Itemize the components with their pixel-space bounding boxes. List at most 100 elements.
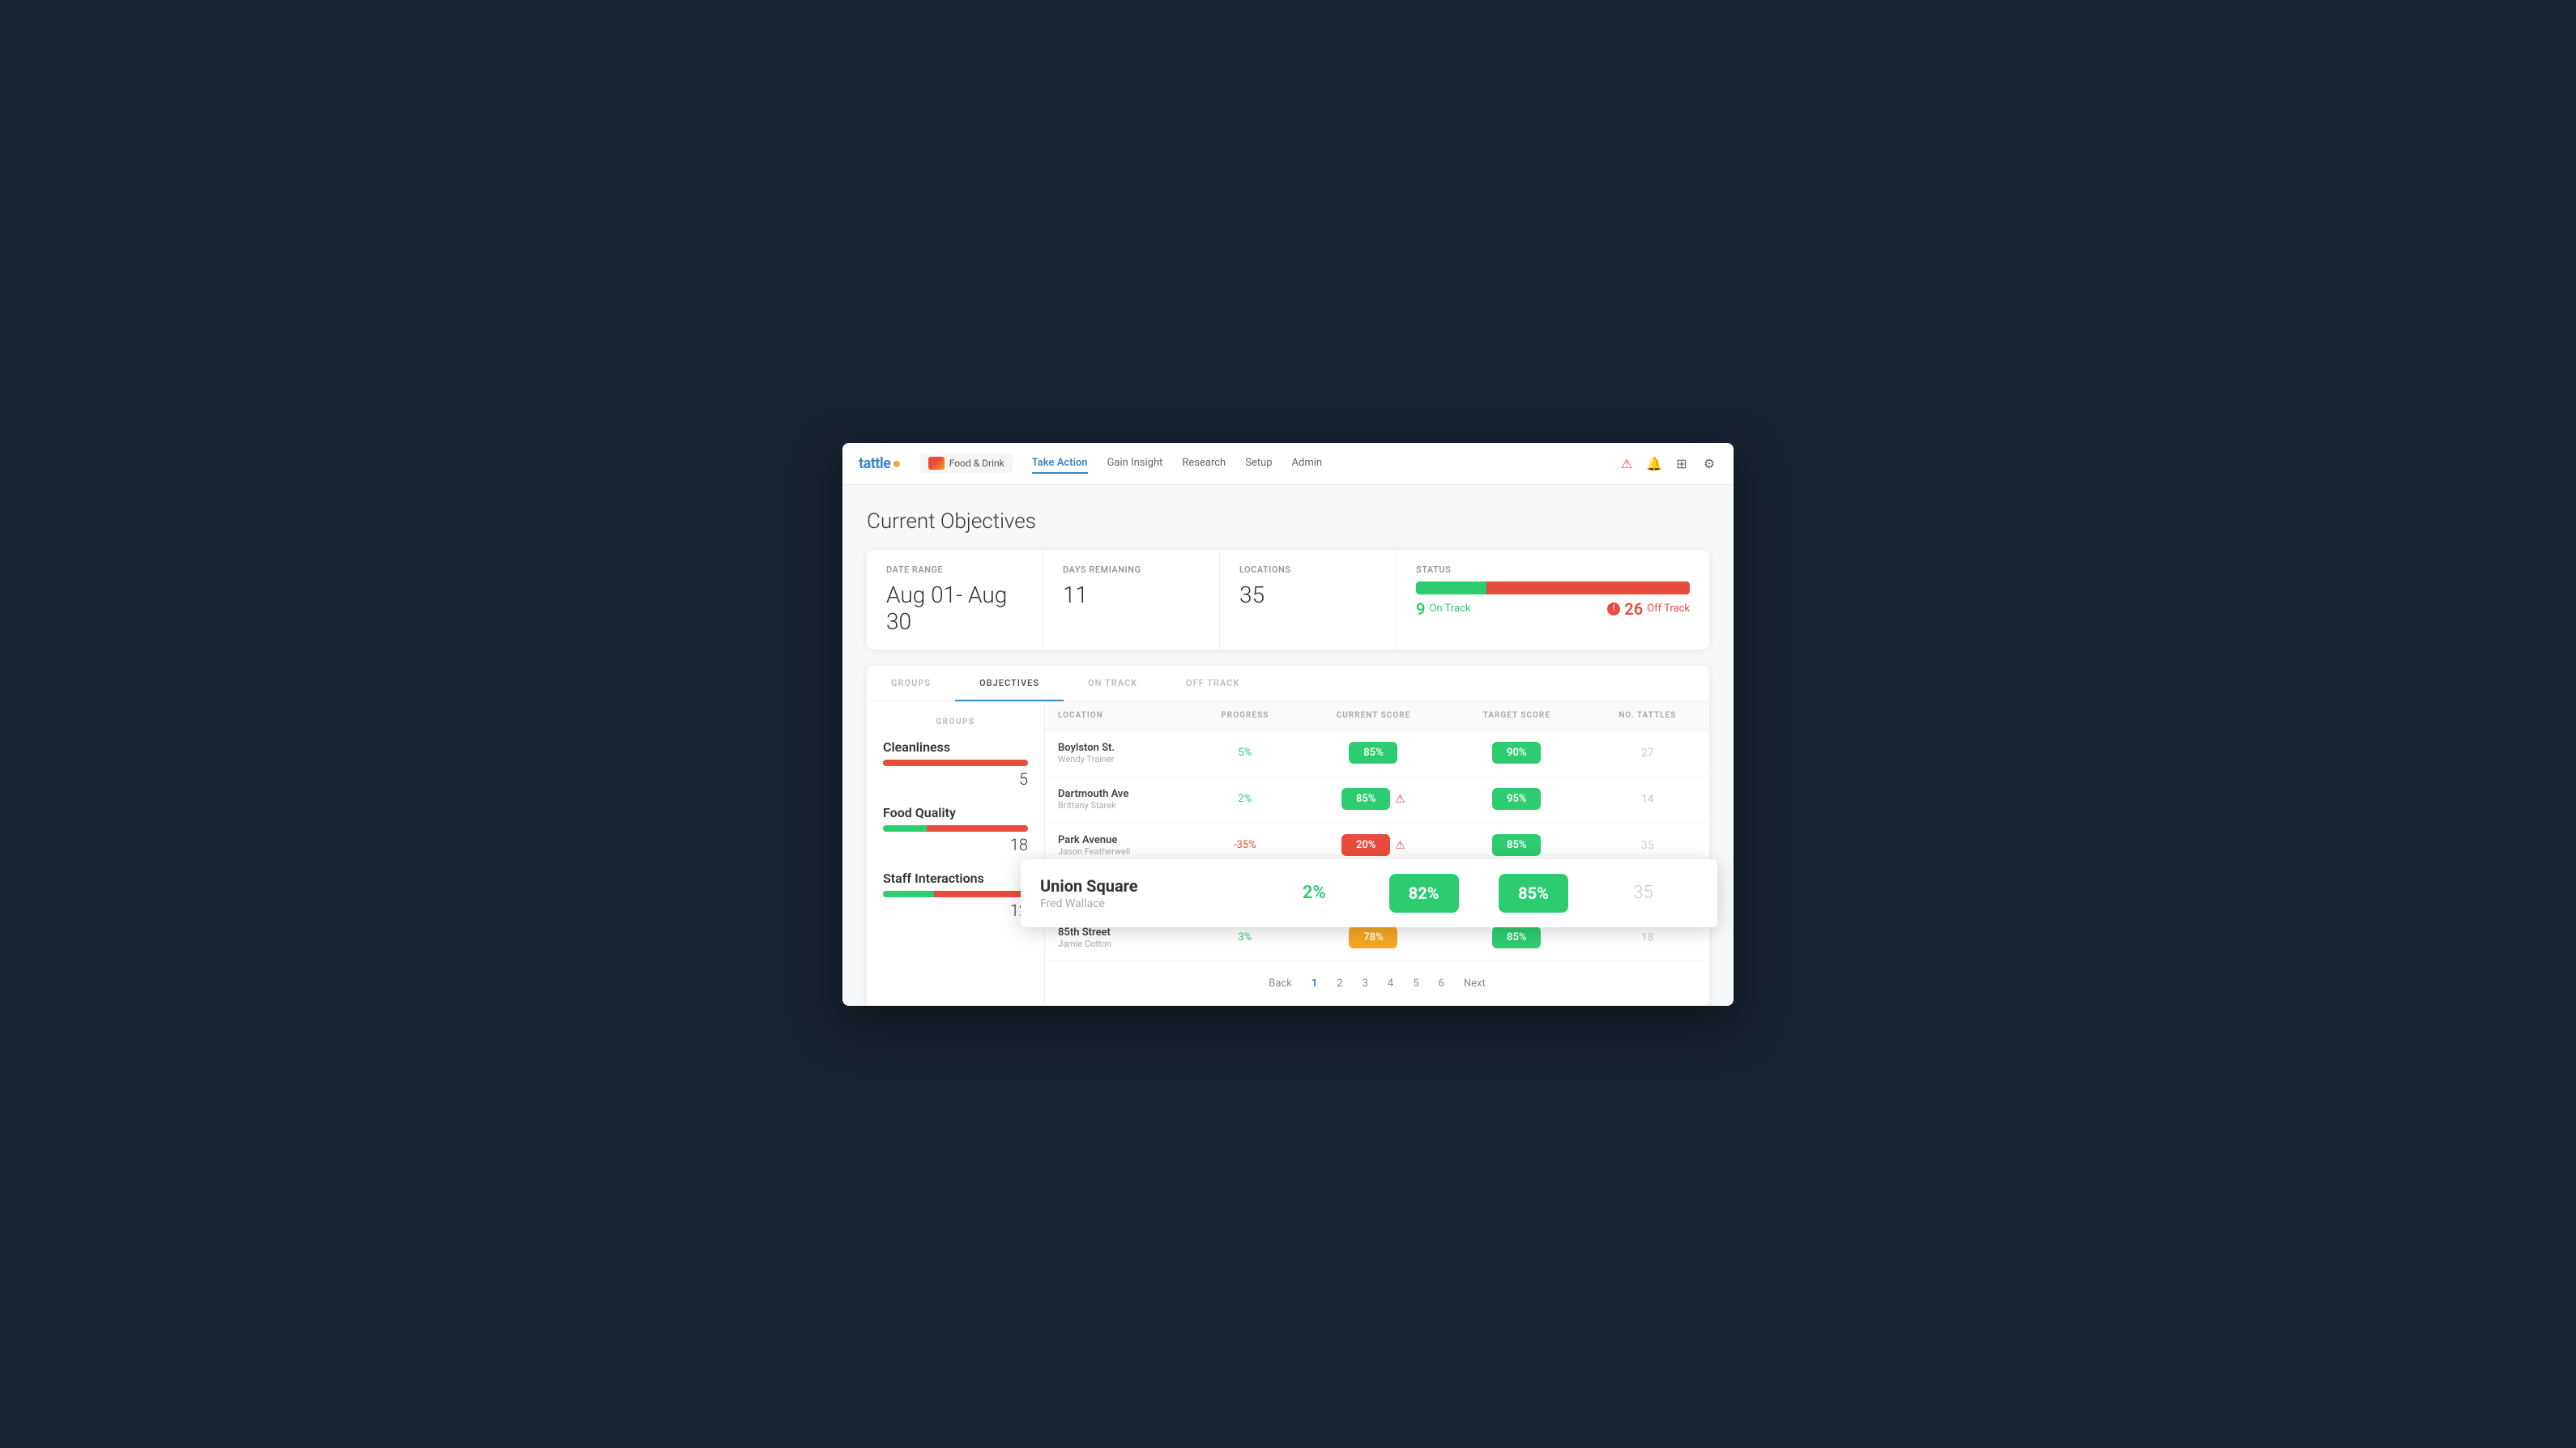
group-cleanliness-bar-red — [883, 760, 1028, 766]
days-remaining-card: Days Remianing 11 — [1043, 550, 1220, 649]
group-food-quality-bar — [883, 825, 1028, 832]
grid-icon[interactable]: ⊞ — [1674, 455, 1690, 471]
table-row[interactable]: Dartmouth Ave Brittany Starek 2% 85% ⚠ 9… — [1045, 776, 1709, 822]
cell-target-score: 90% — [1448, 730, 1586, 776]
locations-card: Locations 35 — [1220, 550, 1397, 649]
brand-label: Food & Drink — [949, 458, 1004, 469]
nav-take-action[interactable]: Take Action — [1032, 454, 1088, 474]
main-content: Current Objectives Date Range Aug 01- Au… — [842, 485, 1734, 1006]
cell-current-score: 85% — [1299, 730, 1448, 776]
pagination-page-4[interactable]: 4 — [1381, 974, 1400, 993]
tab-off-track[interactable]: Off Track — [1162, 667, 1264, 701]
highlighted-location-manager: Fred Wallace — [1045, 897, 1260, 910]
warning-icon: ⚠ — [1395, 839, 1405, 852]
locations-label: Locations — [1239, 564, 1376, 575]
cell-tattles: 27 — [1586, 730, 1709, 776]
date-range-label: Date Range — [886, 564, 1023, 575]
table-section: Groups Objectives On Track Off Track Gro… — [867, 666, 1709, 1006]
settings-icon[interactable]: ⚙ — [1701, 455, 1717, 471]
nav-setup[interactable]: Setup — [1245, 454, 1272, 474]
cell-target-score: 95% — [1448, 776, 1586, 822]
group-food-quality: Food Quality 18 — [883, 805, 1028, 854]
status-bar-green — [1416, 581, 1486, 594]
pagination-next[interactable]: Next — [1457, 974, 1492, 993]
col-current-score: Current Score — [1299, 701, 1448, 730]
group-cleanliness: Cleanliness 5 — [883, 739, 1028, 789]
nav-admin[interactable]: Admin — [1292, 454, 1323, 474]
days-remaining-value: 11 — [1063, 581, 1200, 608]
group-cleanliness-count: 5 — [883, 769, 1028, 789]
days-remaining-label: Days Remianing — [1063, 564, 1200, 575]
page-title: Current Objectives — [867, 509, 1709, 534]
brand-pill[interactable]: Food & Drink — [920, 454, 1013, 473]
col-progress: Progress — [1191, 701, 1300, 730]
status-bar — [1416, 581, 1690, 594]
alert-icon[interactable]: ⚠ — [1619, 455, 1635, 471]
cell-current-score: 85% ⚠ — [1299, 776, 1448, 822]
table-row[interactable]: Boylston St. Wendy Trainer 5% 85% 90% 27 — [1045, 730, 1709, 776]
nav-research[interactable]: Research — [1182, 454, 1226, 474]
cell-tattles: 14 — [1586, 776, 1709, 822]
group-food-quality-bar-green — [883, 825, 927, 832]
off-track-indicator: ! 26 Off Track — [1607, 599, 1690, 619]
group-staff-count: 12 — [883, 901, 1028, 920]
col-location: Location — [1045, 701, 1191, 730]
off-track-label: Off Track — [1647, 603, 1690, 615]
on-track-label: On Track — [1429, 603, 1470, 615]
cell-location: Dartmouth Ave Brittany Starek — [1045, 776, 1191, 822]
date-range-card: Date Range Aug 01- Aug 30 — [867, 550, 1043, 649]
status-indicators: 9 On Track ! 26 Off Track — [1416, 599, 1690, 619]
highlighted-score-cell: 82% — [1369, 874, 1478, 913]
groups-label: Groups — [883, 718, 1028, 726]
tab-groups[interactable]: Groups — [867, 667, 955, 701]
highlighted-target-score: 85% — [1499, 874, 1568, 913]
table-wrapper: Location Progress Current Score Target S… — [1045, 701, 1709, 1006]
nav-links: Take Action Gain Insight Research Setup … — [1032, 454, 1599, 474]
status-card: Status 9 On Track ! 26 — [1397, 550, 1709, 649]
nav-icons: ⚠ 🔔 ⊞ ⚙ — [1619, 455, 1717, 471]
on-track-count: 9 — [1416, 599, 1425, 619]
nav-bar: tattle● Food & Drink Take Action Gain In… — [842, 443, 1734, 485]
col-tattles: No. Tattles — [1586, 701, 1709, 730]
pagination-page-1[interactable]: 1 — [1305, 974, 1324, 993]
groups-sidebar: Groups Cleanliness 5 Food Quality — [867, 701, 1045, 1006]
pagination-page-3[interactable]: 3 — [1356, 974, 1375, 993]
pagination-page-6[interactable]: 6 — [1432, 974, 1451, 993]
date-range-value: Aug 01- Aug 30 — [886, 581, 1023, 635]
pagination-page-2[interactable]: 2 — [1330, 974, 1349, 993]
group-staff-interactions-name: Staff Interactions — [883, 871, 1028, 886]
cell-progress: 5% — [1191, 730, 1300, 776]
group-food-quality-count: 18 — [883, 835, 1028, 854]
group-staff-bar-green — [883, 891, 934, 897]
tabs: Groups Objectives On Track Off Track — [867, 666, 1709, 701]
pagination-back[interactable]: Back — [1262, 974, 1299, 993]
cell-location: Boylston St. Wendy Trainer — [1045, 730, 1191, 776]
nav-gain-insight[interactable]: Gain Insight — [1107, 454, 1163, 474]
locations-value: 35 — [1239, 581, 1376, 608]
notification-icon[interactable]: 🔔 — [1646, 455, 1662, 471]
tab-on-track[interactable]: On Track — [1064, 667, 1162, 701]
highlighted-location-name: Union Square — [1045, 876, 1260, 896]
cell-progress: 2% — [1191, 776, 1300, 822]
logo-text: tattle — [859, 455, 890, 472]
warning-triangle-icon: ! — [1607, 603, 1620, 615]
group-staff-bar-red — [934, 891, 1028, 897]
status-bar-container: 9 On Track ! 26 Off Track — [1416, 581, 1690, 619]
highlighted-row: Union Square Fred Wallace 2% 82% 85% 35 — [1045, 859, 1709, 927]
highlighted-target-cell: 85% — [1478, 874, 1588, 913]
tab-objectives[interactable]: Objectives — [955, 667, 1064, 701]
summary-cards: Date Range Aug 01- Aug 30 Days Remianing… — [867, 550, 1709, 649]
brand-icon — [928, 457, 945, 470]
group-food-quality-name: Food Quality — [883, 805, 1028, 820]
off-track-count: 26 — [1624, 599, 1643, 619]
highlighted-tattles: 35 — [1589, 883, 1698, 903]
on-track-indicator: 9 On Track — [1416, 599, 1470, 619]
group-staff-interactions-bar — [883, 891, 1028, 897]
group-food-quality-bar-red — [927, 825, 1028, 832]
status-label: Status — [1416, 564, 1690, 575]
pagination-page-5[interactable]: 5 — [1406, 974, 1425, 993]
status-bar-red — [1486, 581, 1690, 594]
content-area: Groups Cleanliness 5 Food Quality — [867, 701, 1709, 1006]
pagination: Back 1 2 3 4 5 6 Next — [1045, 961, 1709, 1006]
highlighted-current-score: 82% — [1389, 874, 1459, 913]
